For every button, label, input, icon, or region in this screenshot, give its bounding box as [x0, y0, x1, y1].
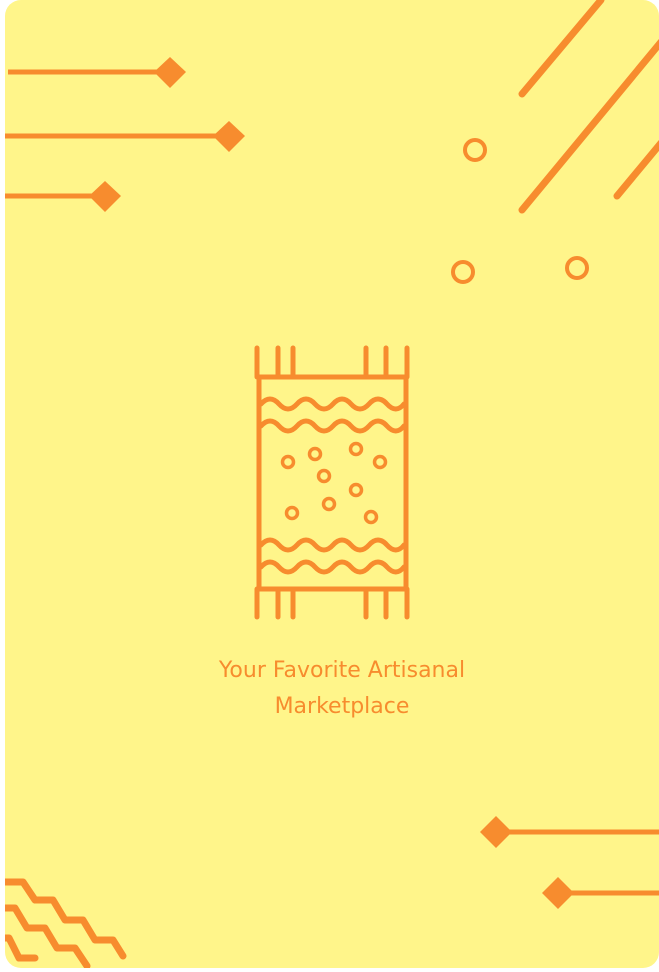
splash-background: [5, 0, 659, 968]
background-fill: [5, 0, 659, 968]
tagline-line-1: Your Favorite Artisanal: [218, 658, 466, 683]
tagline-line-2: Marketplace: [274, 694, 410, 719]
splash-screen: Your Favorite Artisanal Marketplace: [5, 0, 659, 968]
tagline: Your Favorite Artisanal Marketplace: [5, 653, 659, 725]
